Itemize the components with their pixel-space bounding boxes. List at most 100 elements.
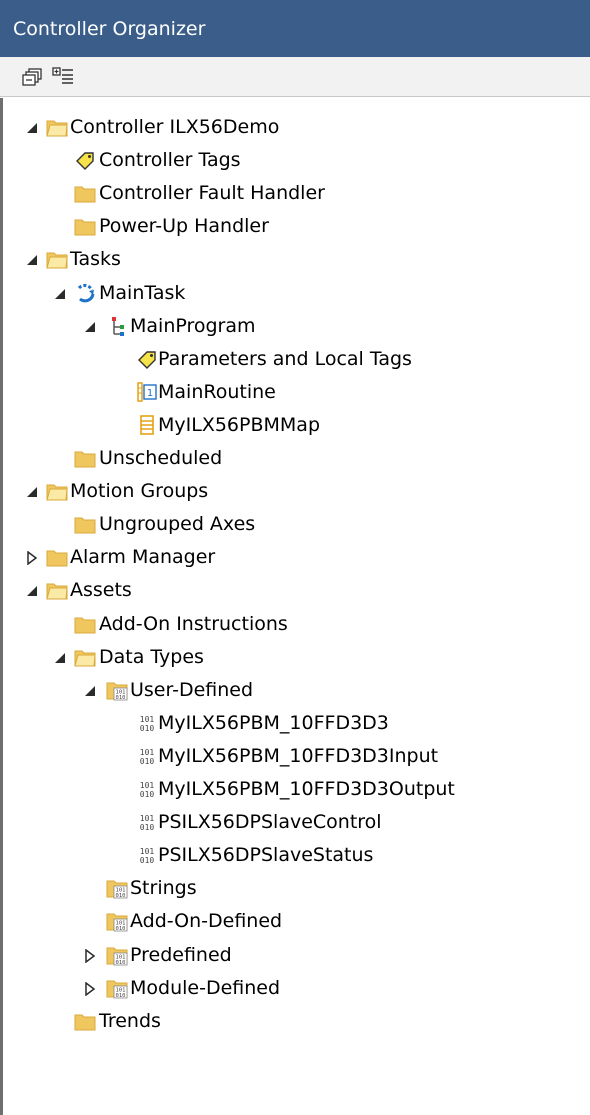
controller-tree: Controller ILX56Demo Controller Tags Contr… bbox=[0, 98, 590, 1115]
tree-node-label: Assets bbox=[70, 579, 132, 602]
tree-node-mainroutine[interactable]: 1 MainRoutine bbox=[3, 375, 590, 409]
data-type-folder-icon: 101 010 bbox=[106, 910, 128, 932]
tree-node-psilx56dpslavecontrol[interactable]: 101 010 PSILX56DPSlaveControl bbox=[3, 805, 590, 839]
collapse-all-icon bbox=[22, 68, 42, 86]
tree-node-power-up-handler[interactable]: Power-Up Handler bbox=[3, 209, 590, 243]
expand-toggle[interactable] bbox=[83, 981, 97, 997]
tree-node-predefined[interactable]: 101 010 Predefined bbox=[3, 938, 590, 972]
svg-text:010: 010 bbox=[116, 960, 126, 966]
expand-all-icon bbox=[52, 67, 73, 84]
tree-node-myilx56pbm-10ffd3d3output[interactable]: 101 010 MyILX56PBM_10FFD3D3Output bbox=[3, 772, 590, 806]
svg-text:101: 101 bbox=[140, 814, 155, 823]
collapse-all-button[interactable] bbox=[22, 67, 44, 87]
tree-node-unscheduled[interactable]: Unscheduled bbox=[3, 441, 590, 475]
tree-node-label: Alarm Manager bbox=[70, 546, 216, 569]
svg-text:010: 010 bbox=[116, 993, 126, 999]
svg-text:101: 101 bbox=[140, 847, 155, 856]
tree-node-strings[interactable]: 101 010 Strings bbox=[3, 871, 590, 905]
collapse-toggle[interactable] bbox=[53, 286, 67, 300]
tag-icon bbox=[136, 348, 158, 370]
folder-open-icon bbox=[74, 646, 96, 668]
expanded-triangle-icon bbox=[85, 685, 95, 696]
expand-toggle[interactable] bbox=[25, 550, 39, 566]
tree-node-tasks[interactable]: Tasks bbox=[3, 242, 590, 276]
svg-text:010: 010 bbox=[140, 757, 155, 766]
svg-text:1: 1 bbox=[147, 388, 153, 399]
tree-node-assets[interactable]: Assets bbox=[3, 573, 590, 607]
svg-text:010: 010 bbox=[116, 926, 126, 932]
tree-node-alarm-manager[interactable]: Alarm Manager bbox=[3, 540, 590, 574]
folder-open-icon bbox=[46, 579, 68, 601]
tree-node-label: Controller Tags bbox=[99, 149, 241, 172]
svg-text:101: 101 bbox=[140, 715, 155, 724]
tree-node-parameters-and-local-tags[interactable]: Parameters and Local Tags bbox=[3, 342, 590, 376]
tag-icon bbox=[74, 149, 96, 171]
panel-title: Controller Organizer bbox=[0, 0, 590, 57]
tree-node-label: PSILX56DPSlaveControl bbox=[158, 811, 382, 834]
tree-node-label: Module-Defined bbox=[130, 976, 281, 999]
tree-node-controller-tags[interactable]: Controller Tags bbox=[3, 143, 590, 177]
expand-all-button[interactable] bbox=[52, 67, 74, 87]
collapsed-triangle-icon bbox=[27, 550, 38, 566]
tree-node-psilx56dpslavestatus[interactable]: 101 010 PSILX56DPSlaveStatus bbox=[3, 838, 590, 872]
collapse-toggle[interactable] bbox=[25, 583, 39, 597]
collapse-toggle[interactable] bbox=[25, 484, 39, 498]
tree-node-label: PSILX56DPSlaveStatus bbox=[158, 844, 374, 867]
expanded-triangle-icon bbox=[85, 321, 95, 332]
tree-node-myilx56pbmmap[interactable]: MyILX56PBMMap bbox=[3, 408, 590, 442]
tree-node-label: MyILX56PBM_10FFD3D3 bbox=[158, 711, 389, 734]
tree-node-label: Strings bbox=[130, 877, 197, 900]
tree-node-label: Add-On-Defined bbox=[130, 910, 283, 933]
controller-organizer-window: Controller Organizer Controller ILX56Dem… bbox=[0, 0, 590, 1115]
svg-text:101: 101 bbox=[140, 781, 155, 790]
data-type-icon: 101 010 bbox=[136, 844, 158, 866]
tree-node-module-defined[interactable]: 101 010 Module-Defined bbox=[3, 971, 590, 1005]
tree-node-label: Ungrouped Axes bbox=[99, 513, 256, 536]
tree-node-motion-groups[interactable]: Motion Groups bbox=[3, 474, 590, 508]
tree-node-label: Parameters and Local Tags bbox=[158, 347, 412, 370]
expanded-triangle-icon bbox=[55, 288, 65, 299]
tree-node-add-on-instructions[interactable]: Add-On Instructions bbox=[3, 607, 590, 641]
tree-node-controller-ilx56demo[interactable]: Controller ILX56Demo bbox=[3, 110, 590, 144]
tree-node-label: MainProgram bbox=[130, 314, 256, 337]
program-icon bbox=[106, 315, 128, 337]
folder-open-icon bbox=[46, 116, 68, 138]
expanded-triangle-icon bbox=[27, 255, 37, 266]
svg-text:010: 010 bbox=[116, 893, 126, 899]
tree-node-label: MainTask bbox=[99, 281, 186, 304]
collapse-toggle[interactable] bbox=[25, 120, 39, 134]
tree-node-label: Tasks bbox=[70, 248, 121, 271]
tree-node-ungrouped-axes[interactable]: Ungrouped Axes bbox=[3, 507, 590, 541]
folder-icon bbox=[74, 1010, 96, 1032]
tree-node-label: Controller ILX56Demo bbox=[70, 116, 280, 138]
tree-node-label: Unscheduled bbox=[99, 447, 223, 469]
folder-icon bbox=[74, 215, 96, 237]
collapse-toggle[interactable] bbox=[83, 683, 97, 697]
tree-node-mainprogram[interactable]: MainProgram bbox=[3, 309, 590, 343]
data-type-folder-icon: 101 010 bbox=[106, 944, 128, 966]
collapse-toggle[interactable] bbox=[53, 650, 67, 664]
expanded-triangle-icon bbox=[27, 487, 37, 498]
expanded-triangle-icon bbox=[55, 652, 65, 663]
collapse-toggle[interactable] bbox=[25, 252, 39, 266]
expanded-triangle-icon bbox=[27, 123, 37, 133]
tree-node-data-types[interactable]: Data Types bbox=[3, 640, 590, 674]
svg-text:010: 010 bbox=[140, 724, 155, 733]
expand-toggle[interactable] bbox=[83, 948, 97, 963]
folder-icon bbox=[74, 613, 96, 635]
folder-icon bbox=[46, 546, 68, 568]
tree-node-myilx56pbm-10ffd3d3[interactable]: 101 010 MyILX56PBM_10FFD3D3 bbox=[3, 706, 590, 740]
tree-node-label: Controller Fault Handler bbox=[99, 182, 325, 205]
tree-node-label: MyILX56PBMMap bbox=[158, 413, 321, 436]
tree-node-user-defined[interactable]: 101 010 User-Defined bbox=[3, 673, 590, 707]
tree-node-myilx56pbm-10ffd3d3input[interactable]: 101 010 MyILX56PBM_10FFD3D3Input bbox=[3, 739, 590, 773]
tree-node-add-on-defined[interactable]: 101 010 Add-On-Defined bbox=[3, 904, 590, 938]
svg-text:010: 010 bbox=[140, 823, 155, 832]
data-type-folder-icon: 101 010 bbox=[106, 679, 128, 701]
svg-text:101: 101 bbox=[140, 748, 155, 757]
collapse-toggle[interactable] bbox=[83, 319, 97, 333]
tree-node-maintask[interactable]: MainTask bbox=[3, 276, 590, 310]
tree-node-trends[interactable]: Trends bbox=[3, 1004, 590, 1038]
organizer-toolbar bbox=[0, 57, 590, 97]
tree-node-controller-fault-handler[interactable]: Controller Fault Handler bbox=[3, 176, 590, 210]
